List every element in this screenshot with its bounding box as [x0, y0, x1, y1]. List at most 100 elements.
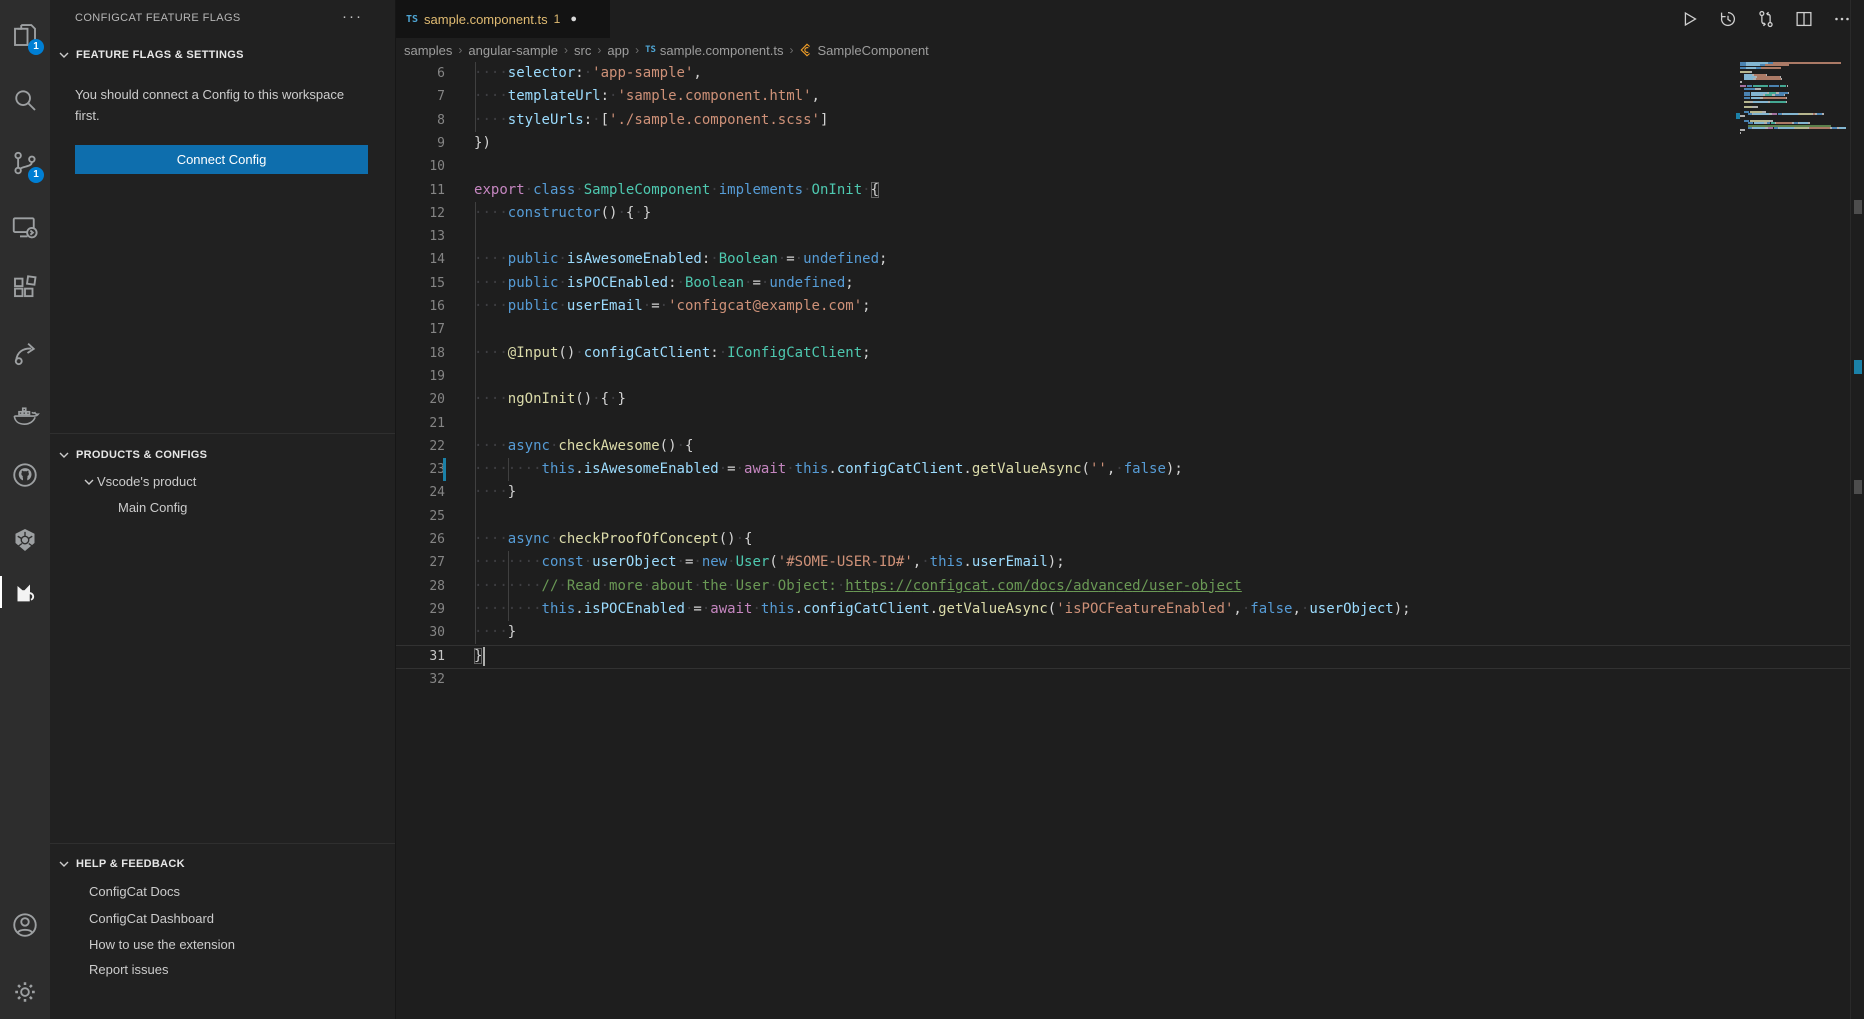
code-line-15[interactable]: 15····public·isPOCEnabled:·Boolean·=·und… [396, 272, 1864, 295]
activity-source-control-icon[interactable]: 1 [0, 143, 50, 183]
line-number[interactable]: 13 [396, 225, 445, 248]
activity-settings-gear-icon[interactable] [0, 972, 50, 1012]
product-label: Vscode's product [97, 474, 196, 489]
code-line-7[interactable]: 7····templateUrl:·'sample.component.html… [396, 85, 1864, 108]
line-number[interactable]: 23 [396, 458, 445, 481]
line-number[interactable]: 25 [396, 505, 445, 528]
minimap-line [1763, 97, 1786, 99]
line-number[interactable]: 12 [396, 202, 445, 225]
code-line-24[interactable]: 24····} [396, 481, 1864, 504]
line-number[interactable]: 32 [396, 668, 445, 691]
activity-github-icon[interactable] [0, 455, 50, 495]
line-number[interactable]: 9 [396, 132, 445, 155]
line-number[interactable]: 7 [396, 85, 445, 108]
code-line-30[interactable]: 30····} [396, 621, 1864, 644]
line-number[interactable]: 14 [396, 248, 445, 271]
tree-item-config[interactable]: Main Config [50, 496, 395, 519]
connect-config-message: You should connect a Config to this work… [75, 84, 347, 126]
help-link-report-issues[interactable]: Report issues [89, 958, 168, 981]
activity-configcat-icon[interactable] [0, 572, 50, 612]
connect-config-button[interactable]: Connect Config [75, 145, 368, 174]
line-number[interactable]: 19 [396, 365, 445, 388]
code-line-6[interactable]: 6····selector:·'app-sample', [396, 62, 1864, 85]
line-number[interactable]: 6 [396, 62, 445, 85]
activity-account-icon[interactable] [0, 905, 50, 945]
minimap-line [1744, 78, 1753, 80]
code-line-26[interactable]: 26····async·checkProofOfConcept()·{ [396, 528, 1864, 551]
activity-files-icon[interactable]: 1 [0, 15, 50, 55]
code-line-13[interactable]: 13 [396, 225, 1864, 248]
code-line-25[interactable]: 25 [396, 505, 1864, 528]
tree-item-product[interactable]: Vscode's product [50, 470, 395, 493]
code-line-9[interactable]: 9}) [396, 132, 1864, 155]
line-number[interactable]: 17 [396, 318, 445, 341]
timeline-icon[interactable] [1716, 7, 1740, 31]
breadcrumb-item[interactable]: src [574, 43, 591, 58]
code-editor[interactable]: 6····selector:·'app-sample',7····templat… [396, 62, 1864, 1019]
activity-extensions-icon[interactable] [0, 268, 50, 308]
line-number[interactable]: 20 [396, 388, 445, 411]
activity-docker-icon[interactable] [0, 396, 50, 436]
section-feature-flags-settings[interactable]: FEATURE FLAGS & SETTINGS [50, 44, 395, 66]
code-line-14[interactable]: 14····public·isAwesomeEnabled:·Boolean·=… [396, 248, 1864, 271]
code-line-23[interactable]: 23········this.isAwesomeEnabled·=·await·… [396, 458, 1864, 481]
line-number[interactable]: 8 [396, 109, 445, 132]
code-line-32[interactable]: 32 [396, 668, 1864, 691]
code-line-16[interactable]: 16····public·userEmail·=·'configcat@exam… [396, 295, 1864, 318]
line-number[interactable]: 26 [396, 528, 445, 551]
code-line-22[interactable]: 22····async·checkAwesome()·{ [396, 435, 1864, 458]
breadcrumb-file[interactable]: sample.component.ts [660, 43, 784, 58]
code-line-11[interactable]: 11export·class·SampleComponent·implement… [396, 179, 1864, 202]
code-line-12[interactable]: 12····constructor()·{·} [396, 202, 1864, 225]
line-number[interactable]: 27 [396, 551, 445, 574]
tab-strip: TS sample.component.ts 1 ● [396, 0, 1864, 38]
section-products-configs[interactable]: PRODUCTS & CONFIGS [50, 444, 395, 466]
minimap[interactable] [1740, 62, 1848, 172]
code-line-31[interactable]: 31} [396, 645, 1864, 668]
line-number[interactable]: 24 [396, 481, 445, 504]
line-number[interactable]: 11 [396, 179, 445, 202]
activity-kubernetes-icon[interactable] [0, 520, 50, 560]
line-number[interactable]: 29 [396, 598, 445, 621]
tab-sample-component-ts[interactable]: TS sample.component.ts 1 ● [396, 0, 610, 38]
code-line-18[interactable]: 18 ····@Input()·configCatClient:·IConfigC… [396, 342, 1864, 365]
line-number[interactable]: 10 [396, 155, 445, 178]
activity-remote-explorer-icon[interactable] [0, 207, 50, 247]
run-icon[interactable] [1678, 7, 1702, 31]
sidebar-more-actions-icon[interactable]: ··· [342, 8, 363, 25]
code-line-29[interactable]: 29········this.isPOCEnabled·=·await·this… [396, 598, 1864, 621]
breadcrumb-symbol[interactable]: SampleComponent [818, 43, 929, 58]
code-line-28[interactable]: 28········//·Read·more·about·the·User·Ob… [396, 575, 1864, 598]
line-number[interactable]: 30 [396, 621, 445, 644]
code-line-20[interactable]: 20····ngOnInit()·{·} [396, 388, 1864, 411]
overview-ruler-marker [1854, 480, 1862, 494]
line-number[interactable]: 15 [396, 272, 445, 295]
help-link-configcat-dashboard[interactable]: ConfigCat Dashboard [89, 907, 214, 930]
breadcrumb-item[interactable]: samples [404, 43, 452, 58]
line-number[interactable]: 22 [396, 435, 445, 458]
code-line-19[interactable]: 19 [396, 365, 1864, 388]
activity-share-arrow-icon[interactable] [0, 333, 50, 373]
help-link-how-to-use-the-extension[interactable]: How to use the extension [89, 933, 235, 956]
line-number[interactable]: 16 [396, 295, 445, 318]
code-line-8[interactable]: 8····styleUrls:·['./sample.component.scs… [396, 109, 1864, 132]
code-line-21[interactable]: 21 [396, 412, 1864, 435]
code-text: ····@Input()·configCatClient:·IConfigCat… [474, 342, 871, 365]
compare-changes-icon[interactable] [1754, 7, 1778, 31]
minimap-line [1779, 127, 1794, 129]
minimap-line [1740, 115, 1745, 117]
line-number[interactable]: 18 [396, 342, 445, 365]
minimap-line [1788, 92, 1789, 94]
line-number[interactable]: 28 [396, 575, 445, 598]
code-line-10[interactable]: 10 [396, 155, 1864, 178]
section-help-feedback[interactable]: HELP & FEEDBACK [50, 853, 395, 875]
line-number[interactable]: 31 [396, 645, 445, 668]
line-number[interactable]: 21 [396, 412, 445, 435]
breadcrumb-item[interactable]: app [607, 43, 629, 58]
code-line-27[interactable]: 27········const·userObject·=·new·User('#… [396, 551, 1864, 574]
activity-search-icon[interactable] [0, 80, 50, 120]
breadcrumb-item[interactable]: angular-sample [468, 43, 558, 58]
code-line-17[interactable]: 17 [396, 318, 1864, 341]
split-editor-icon[interactable] [1792, 7, 1816, 31]
help-link-configcat-docs[interactable]: ConfigCat Docs [89, 880, 180, 903]
